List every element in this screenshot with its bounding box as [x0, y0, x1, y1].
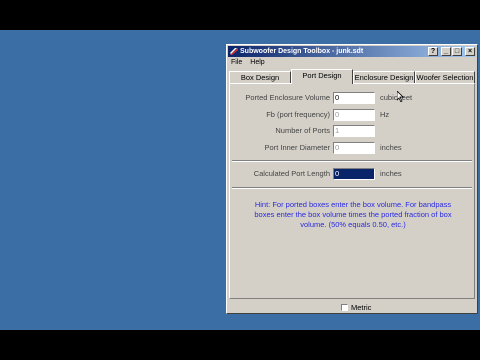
maximize-button[interactable]: □: [452, 47, 462, 56]
close-button[interactable]: ×: [465, 47, 475, 56]
title-bar[interactable]: Subwoofer Design Toolbox - junk.sdt ? _ …: [228, 46, 476, 57]
port-design-panel: Ported Enclosure Volume 0 cubic feet Fb …: [229, 83, 475, 299]
port-length-output: 0: [333, 168, 375, 180]
menu-help[interactable]: Help: [250, 58, 264, 68]
help-button[interactable]: ?: [428, 47, 438, 56]
tab-woofer-selection[interactable]: Woofer Selection: [415, 71, 475, 83]
menu-file[interactable]: File: [231, 58, 242, 68]
minimize-button[interactable]: _: [441, 47, 451, 56]
metric-toggle[interactable]: Metric: [341, 303, 371, 312]
mouse-cursor-icon: [397, 91, 404, 102]
menu-bar: File Help: [229, 58, 265, 68]
app-window: Subwoofer Design Toolbox - junk.sdt ? _ …: [226, 44, 478, 314]
hint-text: Hint: For ported boxes enter the box vol…: [254, 200, 452, 229]
port-length-row: Calculated Port Length 0 inches: [230, 168, 476, 180]
fb-unit: Hz: [380, 110, 390, 119]
port-length-unit: inches: [380, 169, 402, 178]
port-diameter-label: Port Inner Diameter: [264, 143, 330, 152]
fb-row: Fb (port frequency) 0 Hz: [230, 109, 476, 121]
fb-label: Fb (port frequency): [266, 110, 330, 119]
ported-volume-input[interactable]: 0: [333, 92, 375, 104]
metric-checkbox[interactable]: [341, 304, 348, 311]
tab-port-design[interactable]: Port Design: [291, 69, 353, 84]
port-diameter-input[interactable]: 0: [333, 142, 375, 154]
ported-volume-row: Ported Enclosure Volume 0 cubic feet: [230, 92, 476, 104]
tab-strip: Box Design Port Design Enclosure Design …: [229, 69, 475, 84]
num-ports-label: Number of Ports: [275, 126, 330, 135]
window-title: Subwoofer Design Toolbox - junk.sdt: [240, 48, 364, 55]
metric-label: Metric: [351, 303, 372, 312]
tab-enclosure-design[interactable]: Enclosure Design: [353, 71, 415, 83]
port-diameter-row: Port Inner Diameter 0 inches: [230, 142, 476, 154]
fb-input[interactable]: 0: [333, 109, 375, 121]
port-length-label: Calculated Port Length: [253, 169, 330, 178]
ported-volume-label: Ported Enclosure Volume: [245, 93, 330, 102]
port-diameter-unit: inches: [380, 143, 402, 152]
divider-2: [232, 187, 472, 189]
divider-1: [232, 160, 472, 162]
app-icon: [230, 48, 238, 55]
status-bar: Metric: [229, 301, 475, 313]
num-ports-row: Number of Ports 1: [230, 125, 476, 137]
tab-box-design[interactable]: Box Design: [229, 71, 291, 83]
num-ports-input[interactable]: 1: [333, 125, 375, 137]
